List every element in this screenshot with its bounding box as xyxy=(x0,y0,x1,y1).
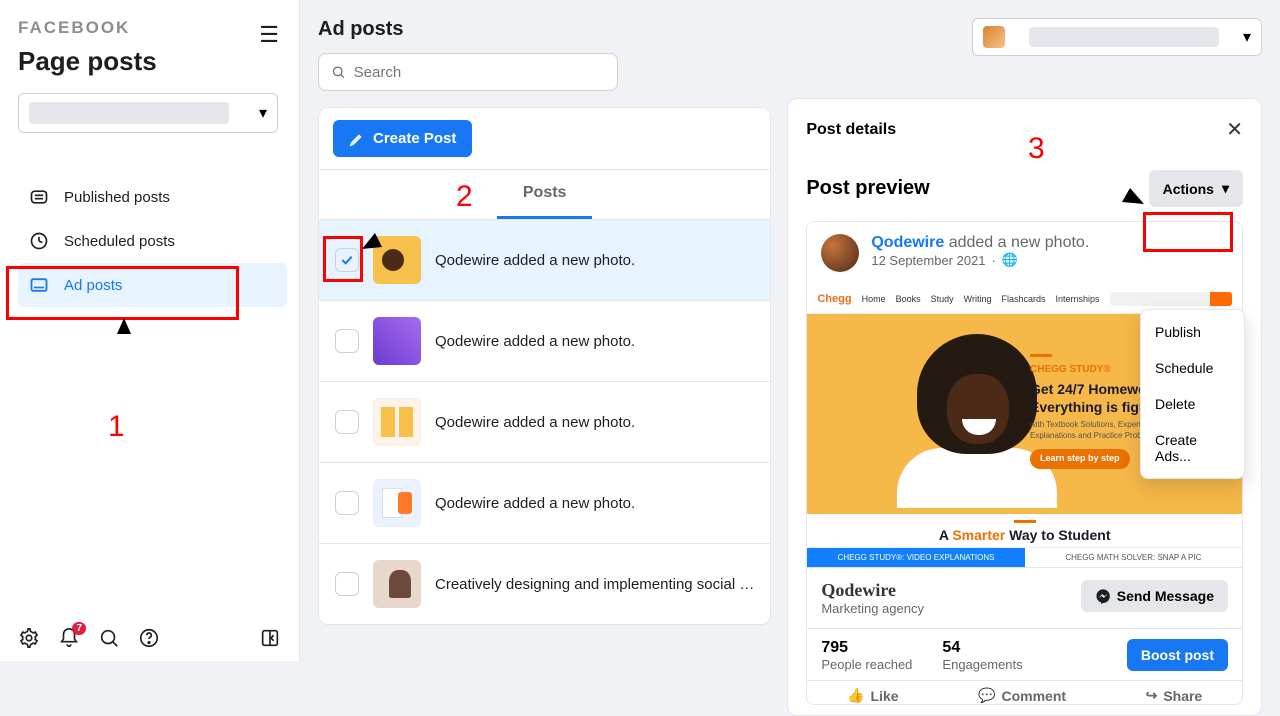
post-row[interactable]: Qodewire added a new photo. xyxy=(319,220,770,301)
comment-button[interactable]: 💬Comment xyxy=(978,687,1066,704)
messenger-icon xyxy=(1095,588,1111,604)
collapse-icon[interactable] xyxy=(259,627,281,649)
share-button[interactable]: ↪Share xyxy=(1146,687,1203,704)
comment-icon: 💬 xyxy=(978,687,995,704)
main-heading: Ad posts xyxy=(318,18,771,41)
hamburger-icon[interactable]: ☰ xyxy=(259,22,279,48)
ad-icon xyxy=(28,274,50,296)
help-icon[interactable] xyxy=(138,627,160,649)
account-avatar xyxy=(983,26,1005,48)
search-icon xyxy=(331,64,346,80)
sidebar-footer: 7 xyxy=(18,627,281,649)
actions-menu-schedule[interactable]: Schedule xyxy=(1141,350,1244,386)
search-input-wrapper[interactable] xyxy=(318,53,618,91)
post-checkbox[interactable] xyxy=(335,248,359,272)
post-row[interactable]: Qodewire added a new photo. xyxy=(319,382,770,463)
post-checkbox[interactable] xyxy=(335,491,359,515)
hero-brand: Chegg xyxy=(817,293,851,305)
page-title: Page posts xyxy=(18,46,287,77)
post-thumbnail xyxy=(373,479,421,527)
share-icon: ↪ xyxy=(1146,687,1158,704)
sidebar-item-published[interactable]: Published posts xyxy=(18,175,287,219)
page-placeholder xyxy=(29,102,229,124)
post-text: Qodewire added a new photo. xyxy=(435,252,754,269)
notification-badge: 7 xyxy=(72,622,86,635)
actions-label: Actions xyxy=(1163,181,1214,197)
actions-button[interactable]: Actions ▾ xyxy=(1149,170,1243,207)
sidebar-item-scheduled[interactable]: Scheduled posts xyxy=(18,219,287,263)
edit-icon xyxy=(349,131,365,147)
hero-searchbar xyxy=(1110,292,1232,306)
post-details-panel: Post details ✕ Post preview Actions ▾ Qo… xyxy=(787,98,1262,716)
post-thumbnail xyxy=(373,398,421,446)
sidebar-item-ad-posts[interactable]: Ad posts xyxy=(18,263,287,307)
post-text: Creatively designing and implementing so… xyxy=(435,576,754,593)
bell-icon[interactable]: 7 xyxy=(58,627,80,649)
sidebar-item-label: Published posts xyxy=(64,189,170,206)
actions-menu-delete[interactable]: Delete xyxy=(1141,386,1244,422)
post-thumbnail xyxy=(373,236,421,284)
post-checkbox[interactable] xyxy=(335,410,359,434)
sidebar-item-label: Scheduled posts xyxy=(64,233,175,250)
author-action: added a new photo. xyxy=(944,234,1089,251)
chevron-down-icon: ▾ xyxy=(1243,27,1251,47)
actions-menu: Publish Schedule Delete Create Ads... xyxy=(1140,309,1245,479)
post-details-title: Post details xyxy=(806,121,896,139)
reach-label: People reached xyxy=(821,657,912,672)
actions-menu-publish[interactable]: Publish xyxy=(1141,314,1244,350)
account-placeholder xyxy=(1029,27,1219,47)
post-row[interactable]: Qodewire added a new photo. xyxy=(319,463,770,544)
gear-icon[interactable] xyxy=(18,627,40,649)
facebook-logo: FACEBOOK xyxy=(18,18,287,38)
create-post-button[interactable]: Create Post xyxy=(333,120,472,157)
send-message-button[interactable]: Send Message xyxy=(1081,580,1228,612)
preview-brand-category: Marketing agency xyxy=(821,601,924,616)
close-icon[interactable]: ✕ xyxy=(1226,117,1243,142)
actions-menu-create-ads[interactable]: Create Ads... xyxy=(1141,422,1244,474)
engagements-label: Engagements xyxy=(942,657,1022,672)
author-avatar[interactable] xyxy=(821,234,859,272)
engagements-value: 54 xyxy=(942,639,1022,657)
author-link[interactable]: Qodewire xyxy=(871,234,944,251)
post-thumbnail xyxy=(373,560,421,608)
send-message-label: Send Message xyxy=(1117,588,1214,604)
post-checkbox[interactable] xyxy=(335,329,359,353)
chevron-down-icon: ▾ xyxy=(1222,180,1229,197)
post-checkbox[interactable] xyxy=(335,572,359,596)
post-text: Qodewire added a new photo. xyxy=(435,495,754,512)
boost-post-button[interactable]: Boost post xyxy=(1127,639,1228,671)
globe-icon: 🌐 xyxy=(1002,252,1018,268)
list-icon xyxy=(28,186,50,208)
clock-icon xyxy=(28,230,50,252)
search-input[interactable] xyxy=(354,64,605,81)
post-row[interactable]: Creatively designing and implementing so… xyxy=(319,544,770,624)
like-icon: 👍 xyxy=(847,687,864,704)
page-selector-dropdown[interactable]: ▾ xyxy=(18,93,278,133)
post-thumbnail xyxy=(373,317,421,365)
create-post-label: Create Post xyxy=(373,130,456,147)
preview-brand-name: Qodewire xyxy=(821,580,924,601)
tab-posts[interactable]: Posts xyxy=(497,170,593,219)
main-content: ▾ Ad posts Create Post Posts xyxy=(300,0,1280,661)
sidebar: FACEBOOK ☰ Page posts ▾ Published posts … xyxy=(0,0,300,661)
post-row[interactable]: Qodewire added a new photo. xyxy=(319,301,770,382)
sidebar-item-label: Ad posts xyxy=(64,277,122,294)
search-footer-icon[interactable] xyxy=(98,627,120,649)
like-button[interactable]: 👍Like xyxy=(847,687,898,704)
ad-account-dropdown[interactable]: ▾ xyxy=(972,18,1262,56)
post-preview-title: Post preview xyxy=(806,177,929,200)
post-text: Qodewire added a new photo. xyxy=(435,333,754,350)
post-date: 12 September 2021 xyxy=(871,253,985,268)
reach-value: 795 xyxy=(821,639,912,657)
post-text: Qodewire added a new photo. xyxy=(435,414,754,431)
chevron-down-icon: ▾ xyxy=(259,103,267,123)
